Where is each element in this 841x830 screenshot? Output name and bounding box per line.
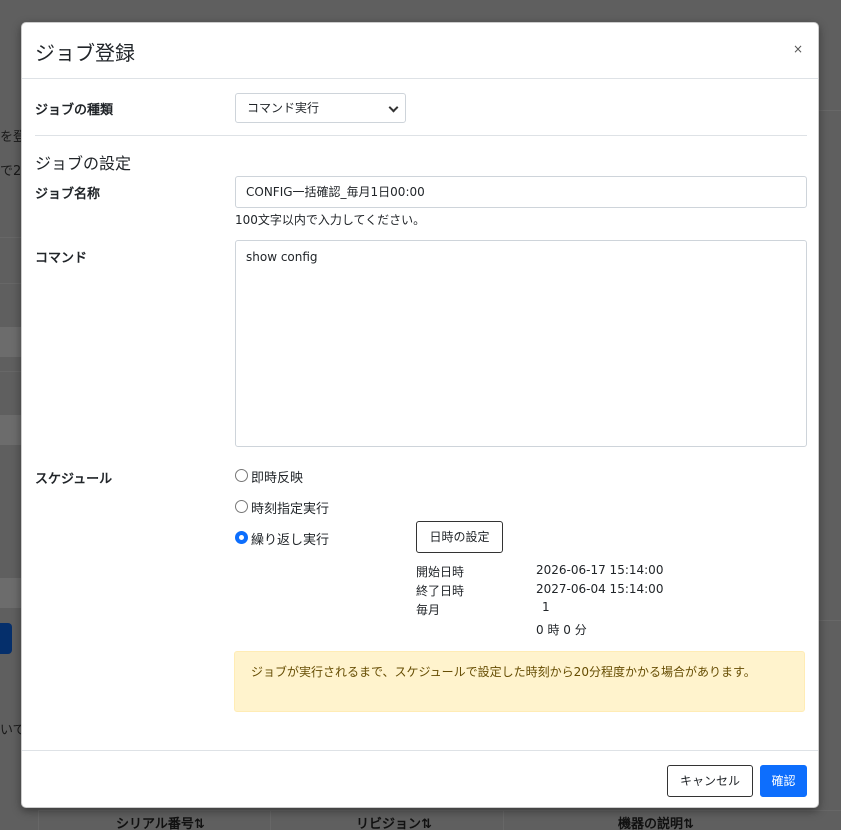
command-textarea[interactable]: show config [235,240,807,447]
modal-footer-divider [22,750,818,751]
radio-label: 繰り返し実行 [251,533,330,548]
radio-label: 即時反映 [251,471,304,486]
radio-button[interactable] [235,500,248,513]
chevron-down-icon [388,102,399,113]
repeat-label: 毎月 [416,603,441,617]
datetime-settings-button[interactable]: 日時の設定 [416,521,503,553]
job-settings-title: ジョブの設定 [35,154,132,173]
schedule-label: スケジュール [35,472,113,487]
command-label: コマンド [35,251,88,266]
job-name-help: 100文字以内で入力してください。 [235,213,426,227]
radio-label: 時刻指定実行 [251,502,330,517]
radio-button-checked[interactable] [235,531,248,544]
close-icon[interactable]: × [791,39,805,59]
job-name-input[interactable]: CONFIG一括確認_毎月1日00:00 [235,176,807,208]
start-datetime-value: 2026-06-17 15:14:00 [536,563,664,577]
section-divider [35,135,807,136]
job-type-label: ジョブの種類 [35,103,114,118]
job-register-modal: ジョブ登録 × ジョブの種類 コマンド実行 ジョブの設定 ジョブ名称 CONFI… [21,22,819,808]
job-type-selected: コマンド実行 [247,101,320,115]
modal-title: ジョブ登録 [35,41,135,65]
end-datetime-label: 終了日時 [416,584,465,598]
job-name-label: ジョブ名称 [35,187,101,202]
cancel-button[interactable]: キャンセル [667,765,753,797]
warning-alert: ジョブが実行されるまで、スケジュールで設定した時刻から20分程度かかる場合があり… [234,651,805,712]
job-type-select[interactable]: コマンド実行 [235,93,406,123]
end-datetime-value: 2027-06-04 15:14:00 [536,582,664,596]
confirm-button[interactable]: 確認 [760,765,807,797]
modal-header: ジョブ登録 × [22,23,818,79]
repeat-day-value: 1 [542,600,550,614]
repeat-time-value: 0 時 0 分 [536,623,587,637]
radio-button[interactable] [235,469,248,482]
start-datetime-label: 開始日時 [416,565,465,579]
